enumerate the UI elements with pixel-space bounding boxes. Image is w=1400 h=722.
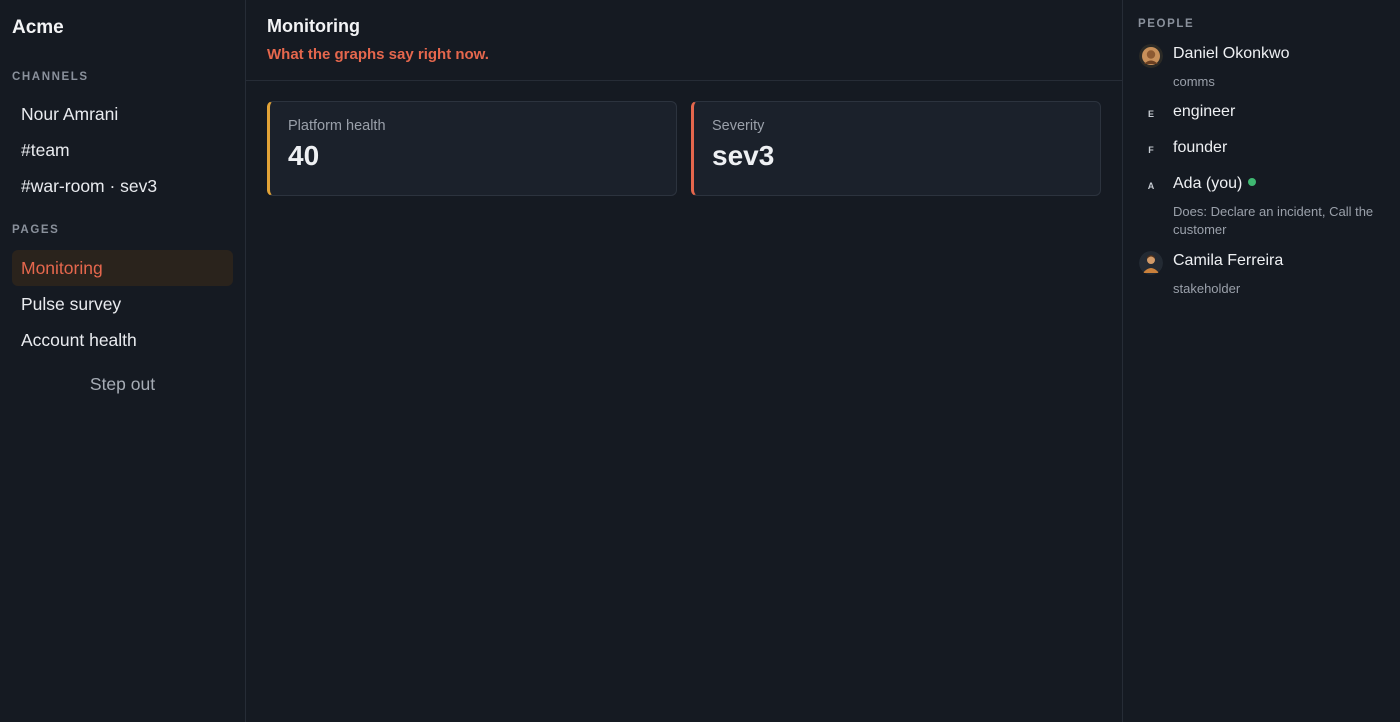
person-duties: Does: Declare an incident, Call the cust… [1173,204,1374,237]
severity-card: Severity sev3 [691,101,1101,196]
avatar-letter: F [1148,145,1154,155]
person-role: stakeholder [1173,281,1241,296]
people-panel: PEOPLE Daniel Okonkwo comms E engineer F… [1122,0,1400,722]
page-subtitle: What the graphs say right now. [267,46,489,63]
sidebar-item-pulse-survey[interactable]: Pulse survey [12,286,233,322]
person-name-camila-ferreira[interactable]: Camila Ferreira [1173,252,1283,270]
sidebar-item-team[interactable]: #team [12,132,233,168]
online-status-icon [1248,178,1257,186]
card-value: 40 [288,140,320,171]
avatar-letter: A [1147,181,1155,191]
page-title: Monitoring [267,16,360,36]
main-content: Monitoring What the graphs say right now… [246,0,1122,722]
people-section-label: PEOPLE [1138,18,1195,30]
person-name-founder[interactable]: founder [1173,139,1227,157]
metric-cards: Platform health 40 Severity sev3 [267,101,1101,196]
person-name-engineer[interactable]: engineer [1173,103,1235,121]
person-name-daniel-okonkwo[interactable]: Daniel Okonkwo [1173,45,1290,63]
avatar [1139,251,1163,275]
person-name-text: Ada (you) [1173,175,1243,192]
step-out-button[interactable]: Step out [12,374,233,395]
person-role: comms [1173,74,1215,89]
sidebar-item-nour-amrani[interactable]: Nour Amrani [12,96,233,132]
platform-health-card: Platform health 40 [267,101,677,196]
brand-logo-text: Acme [12,17,64,38]
card-label: Severity [712,118,765,134]
card-label: Platform health [288,118,386,134]
app-shell: Acme CHANNELS Nour Amrani #team #war-roo… [0,0,1400,722]
sidebar-item-war-room[interactable]: #war-room · sev3 [12,168,233,204]
avatar [1139,44,1163,68]
channels-section-label: CHANNELS [12,71,89,83]
page-header: Monitoring What the graphs say right now… [246,0,1122,81]
card-value: sev3 [712,140,775,171]
sidebar: Acme CHANNELS Nour Amrani #team #war-roo… [0,0,246,722]
sidebar-item-monitoring[interactable]: Monitoring [12,250,233,286]
person-name-ada[interactable]: Ada (you) [1173,175,1257,193]
pages-section-label: PAGES [12,224,60,236]
sidebar-item-account-health[interactable]: Account health [12,322,233,358]
avatar-letter: E [1147,109,1154,119]
